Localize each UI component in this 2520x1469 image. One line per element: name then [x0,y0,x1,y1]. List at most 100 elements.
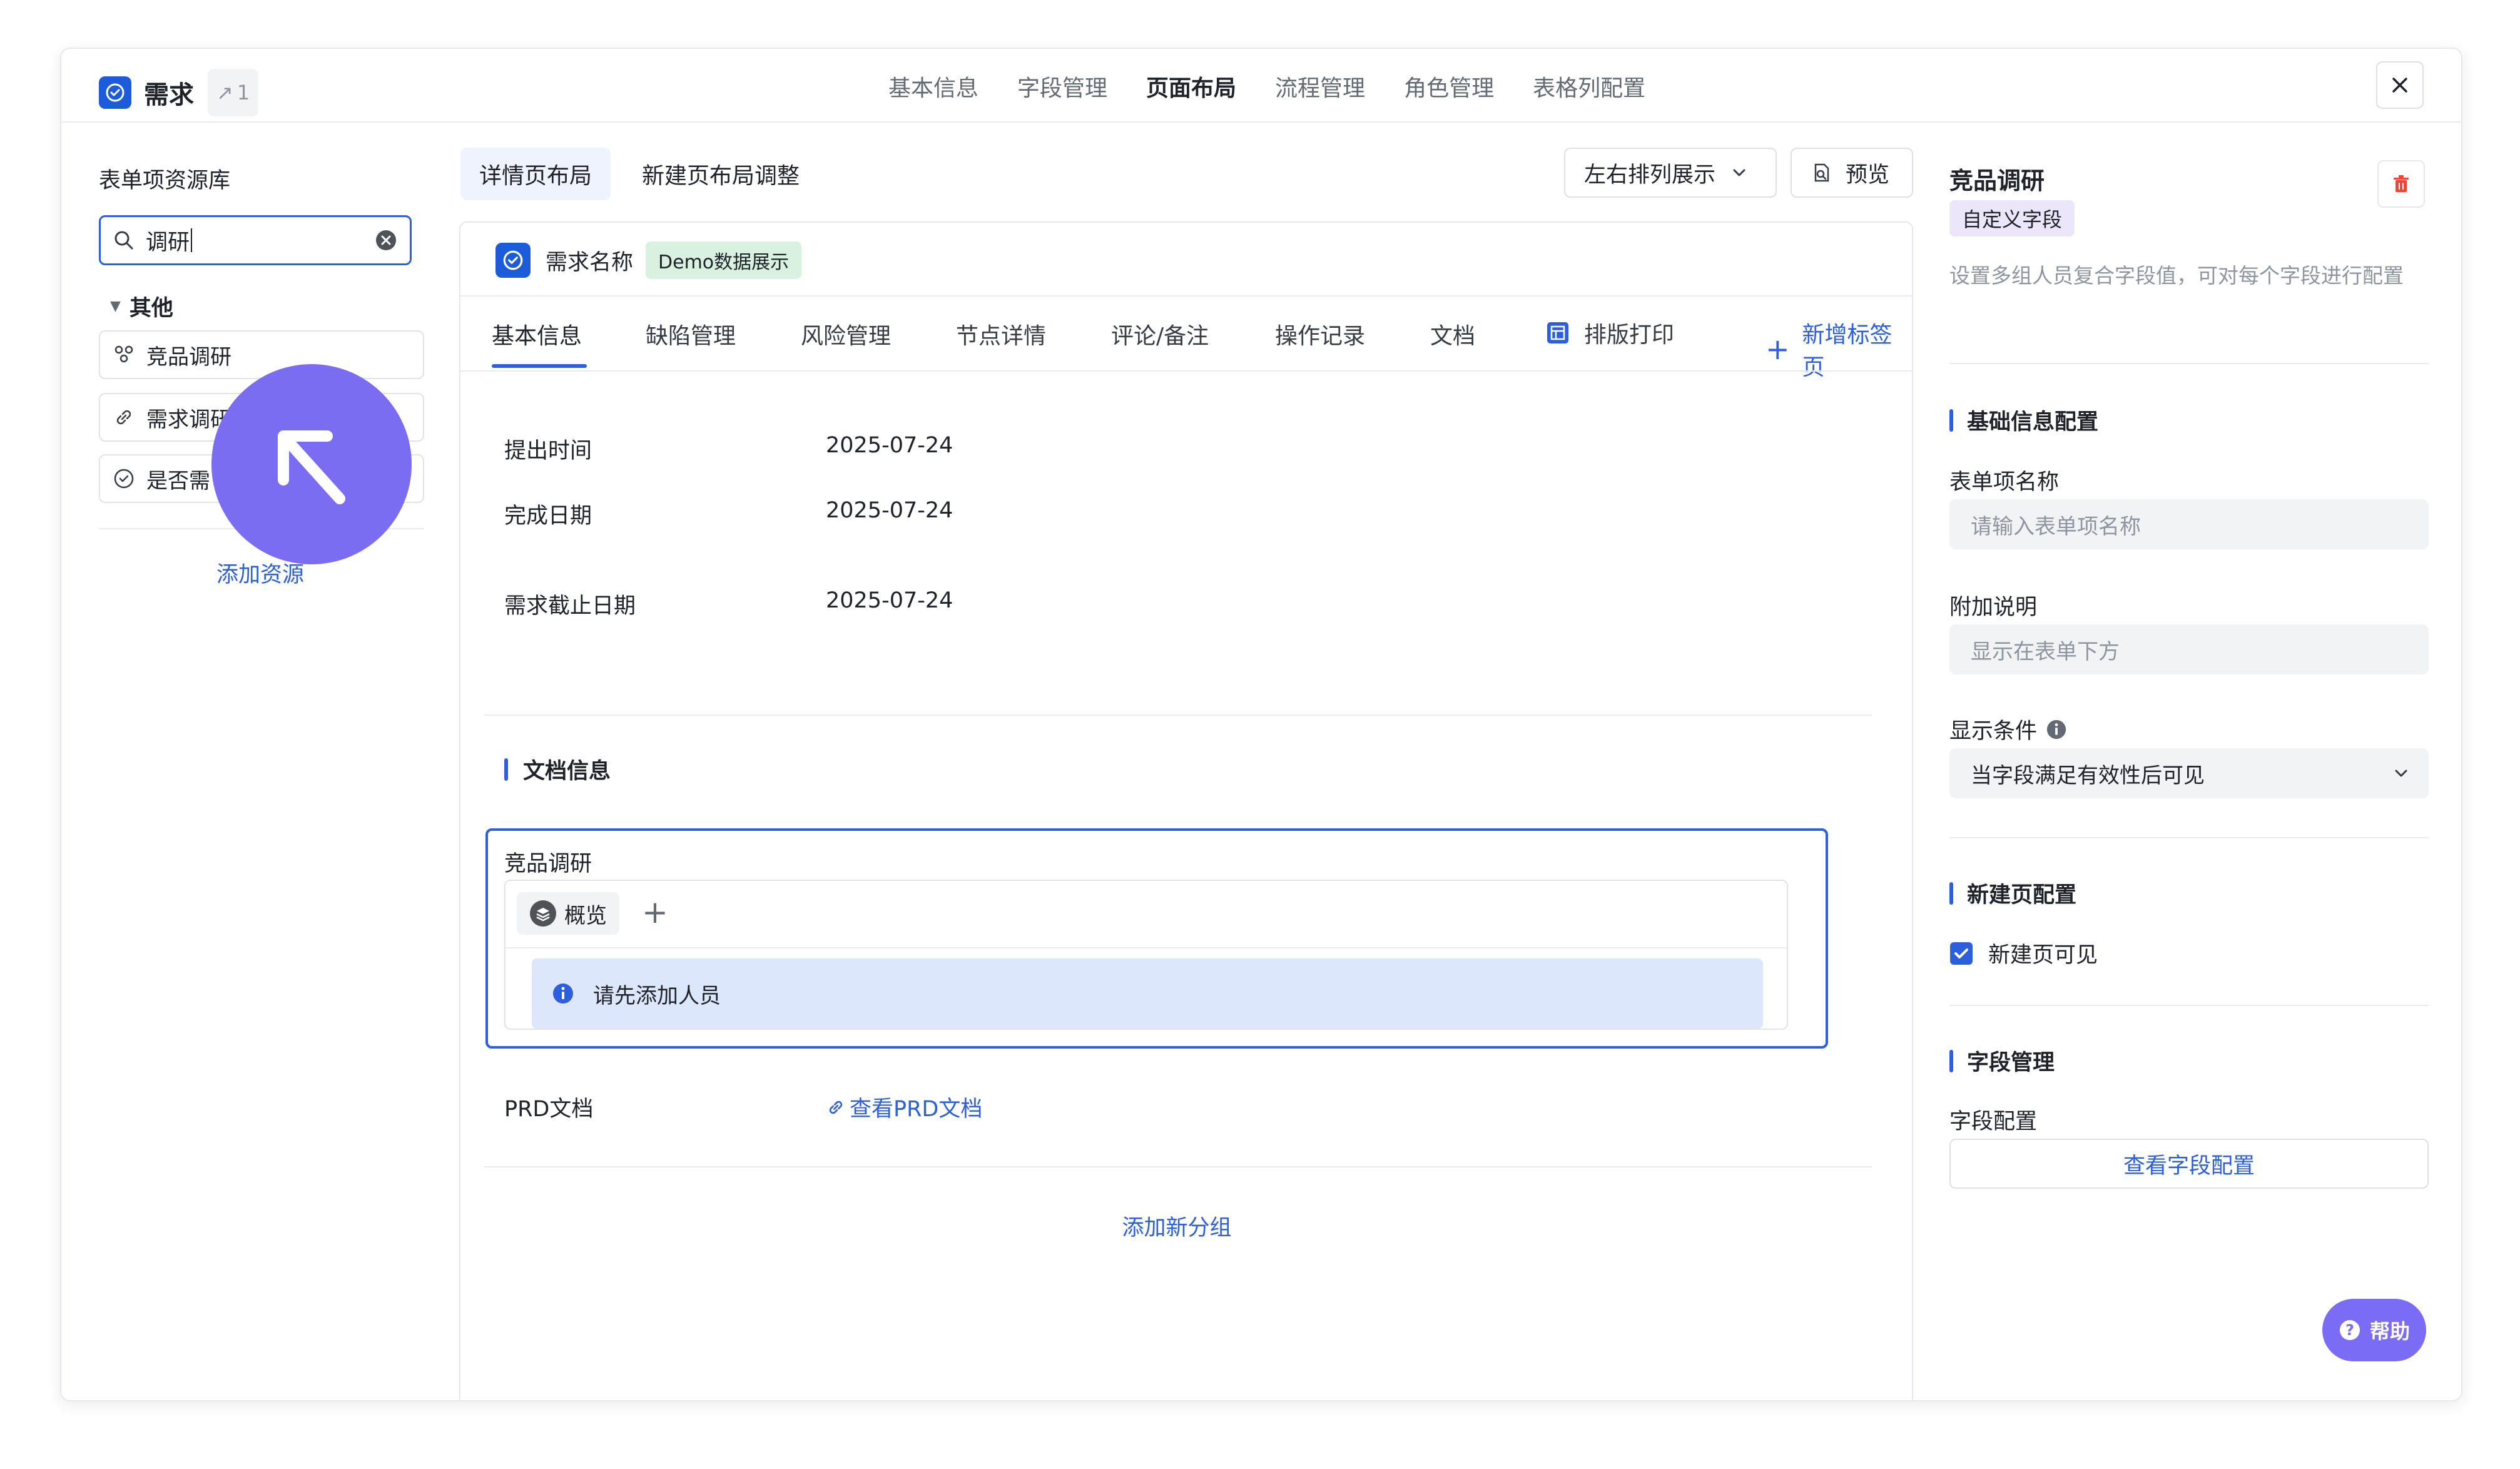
group-title-docs: 文档信息 [504,753,611,785]
tab-table-columns[interactable]: 表格列配置 [1533,70,1645,103]
section-field-management-text: 字段管理 [1967,1050,2055,1075]
help-label: 帮助 [2369,1319,2410,1343]
right-panel-title: 竞品调研 [1949,167,2045,195]
field-label-submit-time: 提出时间 [504,439,592,464]
section-accent-bar [1949,882,1953,905]
active-tab-underline [492,364,587,368]
add-member-notice: 请先添加人员 [532,958,1763,1029]
close-button[interactable] [2376,61,2424,109]
card-title: 竞品调研 [504,851,592,877]
search-icon [114,231,133,250]
detail-tab-node-details[interactable]: 节点详情 [956,318,1046,350]
trash-icon [2394,175,2409,192]
tab-new-page-layout[interactable]: 新建页布局调整 [642,148,800,200]
right-divider-1 [1949,363,2429,364]
info-icon[interactable] [2046,719,2067,740]
right-panel-description: 设置多组人员复合字段值，可对每个字段进行配置 [1949,263,2404,288]
section-basic-config-text: 基础信息配置 [1967,410,2099,435]
add-chip-plus-icon[interactable]: + [642,893,668,931]
section-new-page-config: 新建页配置 [1949,877,2076,909]
overview-chip[interactable]: 概览 [517,892,619,935]
overview-label: 概览 [564,903,607,928]
add-tab-label: 新增标签页 [1802,322,1893,380]
demo-data-badge: Demo数据展示 [646,241,802,279]
share-count: 1 [236,81,250,104]
layers-icon [530,900,556,927]
library-group-other[interactable]: ▼ 其他 [110,290,173,322]
note-input[interactable]: 显示在表单下方 [1949,624,2429,674]
preview-label: 预览 [1846,162,1890,188]
plus-icon: + [1766,332,1790,366]
question-icon: ? [2339,1320,2360,1340]
section-field-management: 字段管理 [1949,1045,2055,1077]
library-item-label: 竞品调研 [146,344,231,370]
fields-divider [484,714,1872,716]
top-tabs: 基本信息 字段管理 页面布局 流程管理 角色管理 表格列配置 [888,70,1645,103]
add-group-link[interactable]: 添加新分组 [460,1210,1893,1242]
text-caret [191,228,193,252]
detail-tab-operation-log[interactable]: 操作记录 [1275,318,1365,350]
detail-tab-print-layout[interactable]: 排版打印 [1545,317,1674,349]
tab-flow-management[interactable]: 流程管理 [1275,70,1365,103]
detail-tab-docs[interactable]: 文档 [1430,318,1475,350]
requirement-check-icon [99,76,131,109]
share-arrow-icon: ↗ [216,81,233,104]
clear-search-icon[interactable] [375,229,397,252]
name-label: 表单项名称 [1949,470,2060,495]
arrange-select[interactable]: 左右排列展示 [1564,148,1777,198]
layout-canvas: 需求名称 Demo数据展示 基本信息 缺陷管理 风险管理 节点详情 评论/备注 … [459,221,1913,1400]
notice-text: 请先添加人员 [593,983,721,1009]
group-accent-bar [504,758,508,781]
note-label: 附加说明 [1949,595,2038,620]
library-item-competitor-research[interactable]: 竞品调研 [99,330,424,379]
record-header-divider [460,295,1912,297]
library-item-label: 是否需 [146,468,210,494]
share-count-badge[interactable]: ↗ 1 [208,69,259,116]
check-circle-icon [114,469,134,489]
condition-select[interactable]: 当字段满足有效性后可见 [1949,748,2429,798]
add-resource-link[interactable]: 添加资源 [61,557,459,589]
section-basic-config: 基础信息配置 [1949,404,2098,436]
tab-page-layout[interactable]: 页面布局 [1146,70,1236,103]
section-new-page-text: 新建页配置 [1967,883,2077,908]
print-layout-label: 排版打印 [1584,322,1675,348]
view-prd-link[interactable]: 查看PRD文档 [826,1091,982,1123]
print-layout-icon [1547,322,1568,343]
condition-label: 显示条件 [1949,719,2038,744]
condition-label-group: 显示条件 [1949,713,2067,745]
svg-text:?: ? [2345,1321,2354,1339]
people-group-icon [114,345,133,363]
detail-tab-basic-info[interactable]: 基本信息 [492,318,582,350]
tab-field-management[interactable]: 字段管理 [1017,70,1107,103]
new-page-visible-checkbox[interactable]: 新建页可见 [1949,937,2098,969]
detail-tab-comments[interactable]: 评论/备注 [1111,318,1209,350]
delete-button[interactable] [2377,160,2425,208]
right-divider-3 [1949,1005,2429,1006]
link-icon [829,1100,843,1114]
view-field-config-button[interactable]: 查看字段配置 [1949,1139,2429,1189]
add-tab-button[interactable]: + 新增标签页 [1766,317,1912,382]
close-icon [2392,78,2407,93]
detail-tab-defects[interactable]: 缺陷管理 [646,318,736,350]
record-check-icon [495,243,531,278]
library-search-input[interactable]: 调研 [99,215,412,265]
right-divider-2 [1949,837,2429,838]
detail-tab-risks[interactable]: 风险管理 [801,318,891,350]
tab-role-management[interactable]: 角色管理 [1404,70,1494,103]
form-item-name-input[interactable]: 请输入表单项名称 [1949,499,2429,549]
group-label: 其他 [129,296,173,321]
field-label-deadline: 需求截止日期 [504,594,636,619]
dialog-header: 需求 ↗ 1 基本信息 字段管理 页面布局 流程管理 角色管理 表格列配置 [61,49,2461,123]
field-label-complete-date: 完成日期 [504,504,592,529]
dialog-title: 需求 [144,81,194,109]
tab-detail-layout[interactable]: 详情页布局 [460,148,611,200]
selected-field-card[interactable]: 竞品调研 概览 + 请先添加人员 [485,828,1828,1049]
search-value: 调研 [146,230,190,255]
view-prd-label: 查看PRD文档 [850,1097,983,1122]
help-button[interactable]: ? 帮助 [2322,1299,2426,1361]
chevron-down-icon [2395,770,2407,777]
tab-basic-info[interactable]: 基本信息 [888,70,978,103]
preview-button[interactable]: 预览 [1791,148,1913,198]
card-body: 概览 + 请先添加人员 [504,880,1788,1030]
field-label-prd: PRD文档 [504,1097,594,1122]
